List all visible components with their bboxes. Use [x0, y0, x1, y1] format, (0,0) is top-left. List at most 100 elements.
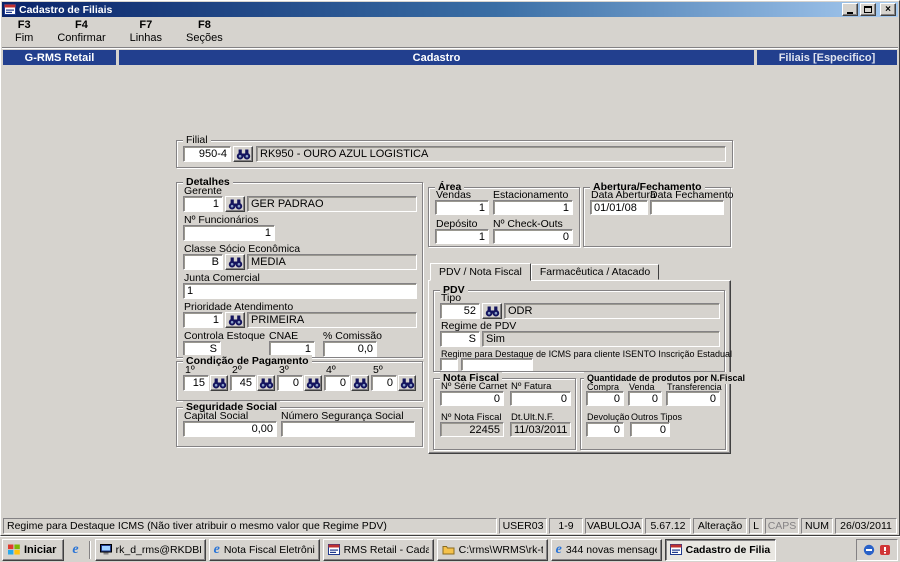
- binoculars-icon: [212, 378, 227, 389]
- parcela-5-lookup-button[interactable]: [398, 375, 416, 391]
- outros-tipos-input[interactable]: [630, 422, 670, 437]
- deposito-input[interactable]: [435, 229, 489, 244]
- tipo-lookup-button[interactable]: [482, 303, 502, 319]
- parcela-3-input[interactable]: [277, 375, 303, 391]
- data-abertura-input[interactable]: [590, 200, 648, 215]
- parcela-1-input[interactable]: [183, 375, 209, 391]
- toolbar-text-label: Seções: [186, 32, 223, 45]
- serie-carnet-input[interactable]: [440, 391, 504, 406]
- icms-regime-input[interactable]: [440, 358, 458, 371]
- toolbar-text-label: Confirmar: [57, 32, 105, 45]
- parcela-2-input[interactable]: [230, 375, 256, 391]
- minimize-button[interactable]: [842, 3, 858, 16]
- ie-icon: e: [556, 543, 562, 557]
- binoculars-icon: [306, 378, 321, 389]
- tipo-code-input[interactable]: [440, 303, 480, 319]
- filial-group: Filial RK950 - OURO AZUL LOGISTICA: [176, 140, 733, 168]
- parcela-2-lookup-button[interactable]: [257, 375, 275, 391]
- gerente-code-input[interactable]: [183, 196, 223, 212]
- tab-page-pdv-nota-fiscal: PDV Tipo ODR Regime de PDV Sim Regime pa…: [428, 280, 731, 454]
- filial-name-display: RK950 - OURO AZUL LOGISTICA: [256, 146, 726, 162]
- detalhes-group: Detalhes Gerente GER PADRAO Nº Funcionár…: [176, 182, 423, 358]
- junta-comercial-input[interactable]: [183, 283, 417, 299]
- ie-icon: e: [214, 543, 220, 557]
- taskbar: Iniciar e rk_d_rms@RKDBH01 e Nota Fiscal…: [0, 536, 900, 562]
- app-window: Cadastro de Filiais × F3 Fim F4 Confirma…: [0, 0, 900, 536]
- window-title: Cadastro de Filiais: [19, 4, 112, 16]
- prioridade-lookup-button[interactable]: [225, 312, 245, 328]
- status-flag: L: [749, 518, 763, 534]
- venda-input[interactable]: [628, 391, 662, 406]
- funcionarios-input[interactable]: [183, 225, 275, 241]
- filial-lookup-button[interactable]: [233, 146, 253, 162]
- task-label: 344 novas mensagens - ...: [566, 544, 657, 556]
- status-version: 5.67.12: [645, 518, 691, 534]
- task-label: Nota Fiscal Eletrônica / S...: [224, 544, 315, 556]
- status-message: Regime para Destaque ICMS (Não tiver atr…: [3, 518, 497, 534]
- task-button-terminal[interactable]: rk_d_rms@RKDBH01: [95, 539, 206, 561]
- filial-code-input[interactable]: [183, 146, 231, 162]
- binoculars-icon: [259, 378, 274, 389]
- prioridade-name-display: PRIMEIRA: [247, 312, 417, 328]
- task-button-mensagens[interactable]: e 344 novas mensagens - ...: [551, 539, 662, 561]
- toolbar-text-label: Linhas: [130, 32, 162, 45]
- ie-icon[interactable]: e: [72, 543, 78, 557]
- status-record-range: 1-9: [549, 518, 583, 534]
- classe-lookup-button[interactable]: [225, 254, 245, 270]
- terminal-icon: [100, 544, 112, 555]
- icms-inscricao-input[interactable]: [461, 358, 533, 371]
- nota-fiscal-numero-display: 22455: [440, 422, 504, 437]
- capital-social-input[interactable]: [183, 421, 277, 437]
- abertura-fechamento-group: Abertura/Fechamento Data Abertura Data F…: [583, 187, 731, 247]
- toolbar-button-linhas[interactable]: F7 Linhas: [123, 17, 169, 47]
- task-button-explorer-folder[interactable]: C:\rms\WRMS\rk-tsd01\...: [437, 539, 548, 561]
- task-label: Cadastro de Filiais: [686, 544, 771, 556]
- parcela-1-lookup-button[interactable]: [210, 375, 228, 391]
- tab-pdv-nota-fiscal[interactable]: PDV / Nota Fiscal: [430, 263, 531, 281]
- devolucao-input[interactable]: [586, 422, 624, 437]
- start-button[interactable]: Iniciar: [2, 539, 64, 561]
- parcela-3-lookup-button[interactable]: [304, 375, 322, 391]
- area-group: Área Vendas Estacionamento Depósito Nº C…: [428, 187, 580, 247]
- regime-pdv-display: Sim: [482, 331, 720, 347]
- checkouts-input[interactable]: [493, 229, 573, 244]
- binoculars-icon: [353, 378, 368, 389]
- toolbar-key-label: F3: [18, 19, 31, 32]
- toolbar-button-secoes[interactable]: F8 Seções: [179, 17, 230, 47]
- parcela-4-lookup-button[interactable]: [351, 375, 369, 391]
- prioridade-code-input[interactable]: [183, 312, 223, 328]
- transferencia-input[interactable]: [666, 391, 720, 406]
- close-icon: ×: [885, 4, 891, 15]
- maximize-button[interactable]: [860, 3, 876, 16]
- classe-code-input[interactable]: [183, 254, 223, 270]
- vendas-input[interactable]: [435, 200, 489, 215]
- task-button-cadastro-filiais[interactable]: Cadastro de Filiais: [665, 539, 776, 561]
- regime-pdv-input[interactable]: [440, 331, 480, 347]
- tray-antivirus-icon[interactable]: [863, 544, 875, 556]
- task-button-nota-fiscal-eletronica[interactable]: e Nota Fiscal Eletrônica / S...: [209, 539, 320, 561]
- comissao-input[interactable]: [323, 341, 377, 357]
- close-button[interactable]: ×: [880, 3, 896, 16]
- parcela-4-input[interactable]: [324, 375, 350, 391]
- tab-farmaceutica-atacado[interactable]: Farmacêutica / Atacado: [531, 264, 659, 280]
- task-button-rms-retail[interactable]: RMS Retail - Cadastro / ...: [323, 539, 434, 561]
- compra-input[interactable]: [586, 391, 624, 406]
- fatura-input[interactable]: [510, 391, 571, 406]
- toolbar-key-label: F8: [198, 19, 211, 32]
- gerente-lookup-button[interactable]: [225, 196, 245, 212]
- data-fechamento-input[interactable]: [650, 200, 724, 215]
- status-bar: Regime para Destaque ICMS (Não tiver atr…: [2, 517, 898, 534]
- folder-icon: [442, 544, 455, 555]
- status-num-indicator: NUM: [801, 518, 833, 534]
- toolbar-button-fim[interactable]: F3 Fim: [8, 17, 40, 47]
- estacionamento-input[interactable]: [493, 200, 573, 215]
- numero-seguranca-input[interactable]: [281, 421, 415, 437]
- parcela-5-input[interactable]: [371, 375, 397, 391]
- status-user: USER03: [499, 518, 547, 534]
- tray-alert-icon[interactable]: [879, 544, 891, 556]
- tab-label: Farmacêutica / Atacado: [540, 266, 650, 278]
- dt-ult-nf-display: 11/03/2011: [510, 422, 571, 437]
- filial-legend: Filial: [183, 134, 211, 146]
- header-bar: G-RMS Retail Cadastro Filiais [Especific…: [3, 50, 897, 65]
- toolbar-button-confirmar[interactable]: F4 Confirmar: [50, 17, 112, 47]
